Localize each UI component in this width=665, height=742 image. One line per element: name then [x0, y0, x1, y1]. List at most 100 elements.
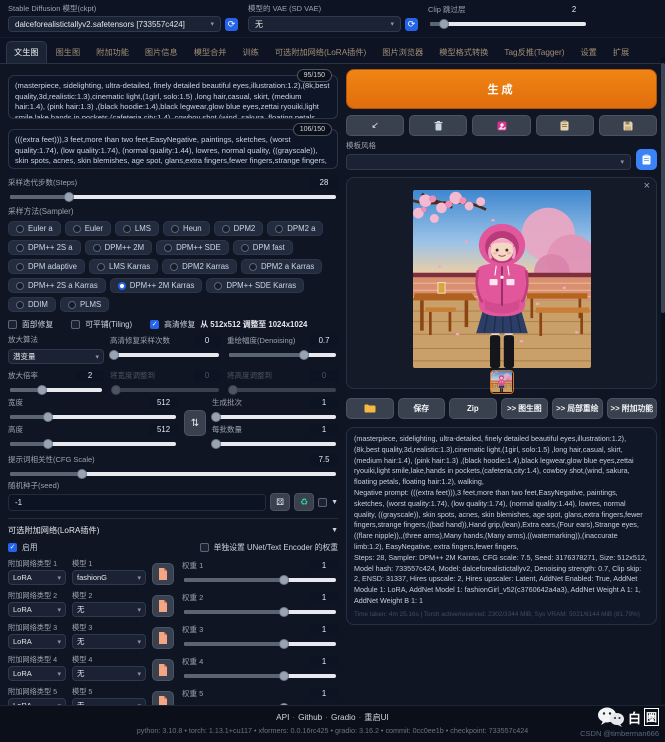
- lora-type-dropdown[interactable]: LoRA▾: [8, 602, 66, 617]
- lora-weight-slider[interactable]: [184, 642, 336, 646]
- restore-faces-checkbox[interactable]: [8, 320, 17, 329]
- sampler-option[interactable]: DPM++ 2M: [85, 240, 152, 255]
- batch-count-value[interactable]: 1: [310, 397, 338, 409]
- sampler-option[interactable]: DPM++ SDE: [156, 240, 229, 255]
- sampler-option[interactable]: DPM++ SDE Karras: [206, 278, 304, 293]
- tab-extras[interactable]: 附加功能: [89, 42, 136, 63]
- lora-weight-slider[interactable]: [184, 674, 336, 678]
- clip-skip-value[interactable]: 2: [560, 4, 588, 16]
- cfg-slider[interactable]: [10, 472, 336, 476]
- random-seed-button[interactable]: ⚄: [270, 493, 290, 511]
- denoising-value[interactable]: 0.7: [310, 335, 338, 347]
- sampler-option[interactable]: DPM2: [214, 221, 264, 236]
- sampler-option-selected[interactable]: DPM++ 2M Karras: [110, 278, 203, 293]
- lora-weight-value[interactable]: 1: [310, 688, 338, 700]
- height-value[interactable]: 512: [149, 424, 178, 436]
- tab-img2img[interactable]: 图生图: [49, 42, 88, 63]
- tab-checkpoint-merger[interactable]: 模型合并: [187, 42, 234, 63]
- send-to-img2img-button[interactable]: >> 图生图: [501, 398, 549, 419]
- scrollbar[interactable]: [661, 57, 665, 704]
- extra-seed-checkbox[interactable]: [318, 498, 327, 507]
- tab-txt2img[interactable]: 文生图: [6, 41, 47, 63]
- save-image-button[interactable]: 保存: [398, 398, 446, 419]
- apply-style-button[interactable]: [536, 115, 594, 136]
- clip-skip-slider[interactable]: [430, 22, 586, 26]
- cfg-value[interactable]: 7.5: [310, 454, 338, 466]
- checkpoint-dropdown[interactable]: dalceforealistictallyv2.safetensors [733…: [8, 16, 221, 32]
- lora-type-dropdown[interactable]: LoRA▾: [8, 634, 66, 649]
- open-folder-button[interactable]: [346, 398, 394, 419]
- hires-steps-value[interactable]: 0: [193, 335, 221, 347]
- paste-prompt-button[interactable]: ↙: [346, 115, 404, 136]
- refresh-checkpoint-button[interactable]: ⟳: [225, 18, 238, 31]
- github-link[interactable]: Github: [298, 713, 322, 722]
- sampler-option[interactable]: Euler a: [8, 221, 61, 236]
- tab-model-converter[interactable]: 模型格式转换: [432, 42, 495, 63]
- lora-model-info-button[interactable]: [152, 563, 174, 585]
- tab-extensions[interactable]: 扩展: [606, 42, 636, 63]
- lora-model-dropdown[interactable]: 无▾: [72, 634, 146, 649]
- sampler-option[interactable]: DPM++ 2S a Karras: [8, 278, 106, 293]
- seed-input[interactable]: [8, 494, 266, 511]
- lora-weight-slider[interactable]: [184, 578, 336, 582]
- width-value[interactable]: 512: [149, 397, 178, 409]
- upscale-by-slider[interactable]: [10, 388, 102, 392]
- lora-model-info-button[interactable]: [152, 659, 174, 681]
- lora-model-info-button[interactable]: [152, 627, 174, 649]
- sampler-option[interactable]: LMS: [115, 221, 159, 236]
- gradio-link[interactable]: Gradio: [331, 713, 356, 722]
- denoising-slider[interactable]: [229, 353, 336, 357]
- lora-type-dropdown[interactable]: LoRA▾: [8, 666, 66, 681]
- lora-type-dropdown[interactable]: LoRA▾: [8, 570, 66, 585]
- tab-additional-networks[interactable]: 可选附加网络(LoRA插件): [268, 42, 373, 63]
- sampler-option[interactable]: DPM2 a: [267, 221, 323, 236]
- send-to-extras-button[interactable]: >> 附加功能: [607, 398, 657, 419]
- close-icon[interactable]: ×: [644, 180, 650, 192]
- gallery-thumbnail-selected[interactable]: [490, 370, 514, 394]
- height-slider[interactable]: [10, 442, 176, 446]
- lora-weight-value[interactable]: 1: [310, 592, 338, 604]
- reuse-seed-button[interactable]: ♻: [294, 493, 314, 511]
- generated-image-preview[interactable]: [413, 190, 591, 368]
- lora-weight-value[interactable]: 1: [310, 560, 338, 572]
- clear-prompt-button[interactable]: [409, 115, 467, 136]
- hires-fix-checkbox[interactable]: ✓: [150, 320, 159, 329]
- zip-button[interactable]: Zip: [449, 398, 497, 419]
- vae-dropdown[interactable]: 无 ▾: [248, 16, 401, 32]
- tab-tagger[interactable]: Tag反推(Tagger): [497, 42, 571, 63]
- lora-model-dropdown[interactable]: fashionG▾: [72, 570, 146, 585]
- sampler-option[interactable]: DPM fast: [233, 240, 293, 255]
- lora-weight-slider[interactable]: [184, 610, 336, 614]
- lora-weight-value[interactable]: 1: [310, 656, 338, 668]
- upscale-by-value[interactable]: 2: [76, 370, 104, 382]
- sampler-option[interactable]: PLMS: [60, 297, 109, 312]
- steps-slider[interactable]: [10, 195, 336, 199]
- sampler-option[interactable]: DPM2 a Karras: [241, 259, 322, 274]
- width-slider[interactable]: [10, 415, 176, 419]
- sampler-option[interactable]: LMS Karras: [89, 259, 158, 274]
- refresh-vae-button[interactable]: ⟳: [405, 18, 418, 31]
- restart-ui-link[interactable]: 重启UI: [364, 713, 389, 722]
- apply-selected-style-button[interactable]: [636, 149, 657, 170]
- sampler-option[interactable]: Euler: [65, 221, 111, 236]
- prompt-input[interactable]: (masterpiece, sidelighting, ultra-detail…: [8, 75, 338, 119]
- style-dropdown[interactable]: ▾: [346, 154, 631, 170]
- extra-networks-button[interactable]: [472, 115, 530, 136]
- hires-steps-slider[interactable]: [112, 353, 219, 357]
- lora-model-dropdown[interactable]: 无▾: [72, 602, 146, 617]
- generate-button[interactable]: 生成: [346, 69, 657, 109]
- sampler-option[interactable]: Heun: [163, 221, 210, 236]
- separate-weights-checkbox[interactable]: [200, 543, 209, 552]
- sampler-option[interactable]: DDIM: [8, 297, 56, 312]
- batch-count-slider[interactable]: [214, 415, 336, 419]
- batch-size-value[interactable]: 1: [310, 424, 338, 436]
- tab-settings[interactable]: 设置: [573, 42, 603, 63]
- negative-prompt-input[interactable]: (((extra feet))),3 feet,more than two fe…: [8, 129, 338, 169]
- lora-accordion-header[interactable]: 可选附加网络(LoRA插件) ▼: [8, 518, 338, 536]
- swap-dimensions-button[interactable]: ⇅: [184, 410, 206, 436]
- tab-image-browser[interactable]: 图片浏览器: [375, 42, 430, 63]
- lora-model-dropdown[interactable]: 无▾: [72, 666, 146, 681]
- lora-enable-checkbox[interactable]: ✓: [8, 543, 17, 552]
- send-to-inpaint-button[interactable]: >> 局部重绘: [552, 398, 602, 419]
- save-style-button[interactable]: [599, 115, 657, 136]
